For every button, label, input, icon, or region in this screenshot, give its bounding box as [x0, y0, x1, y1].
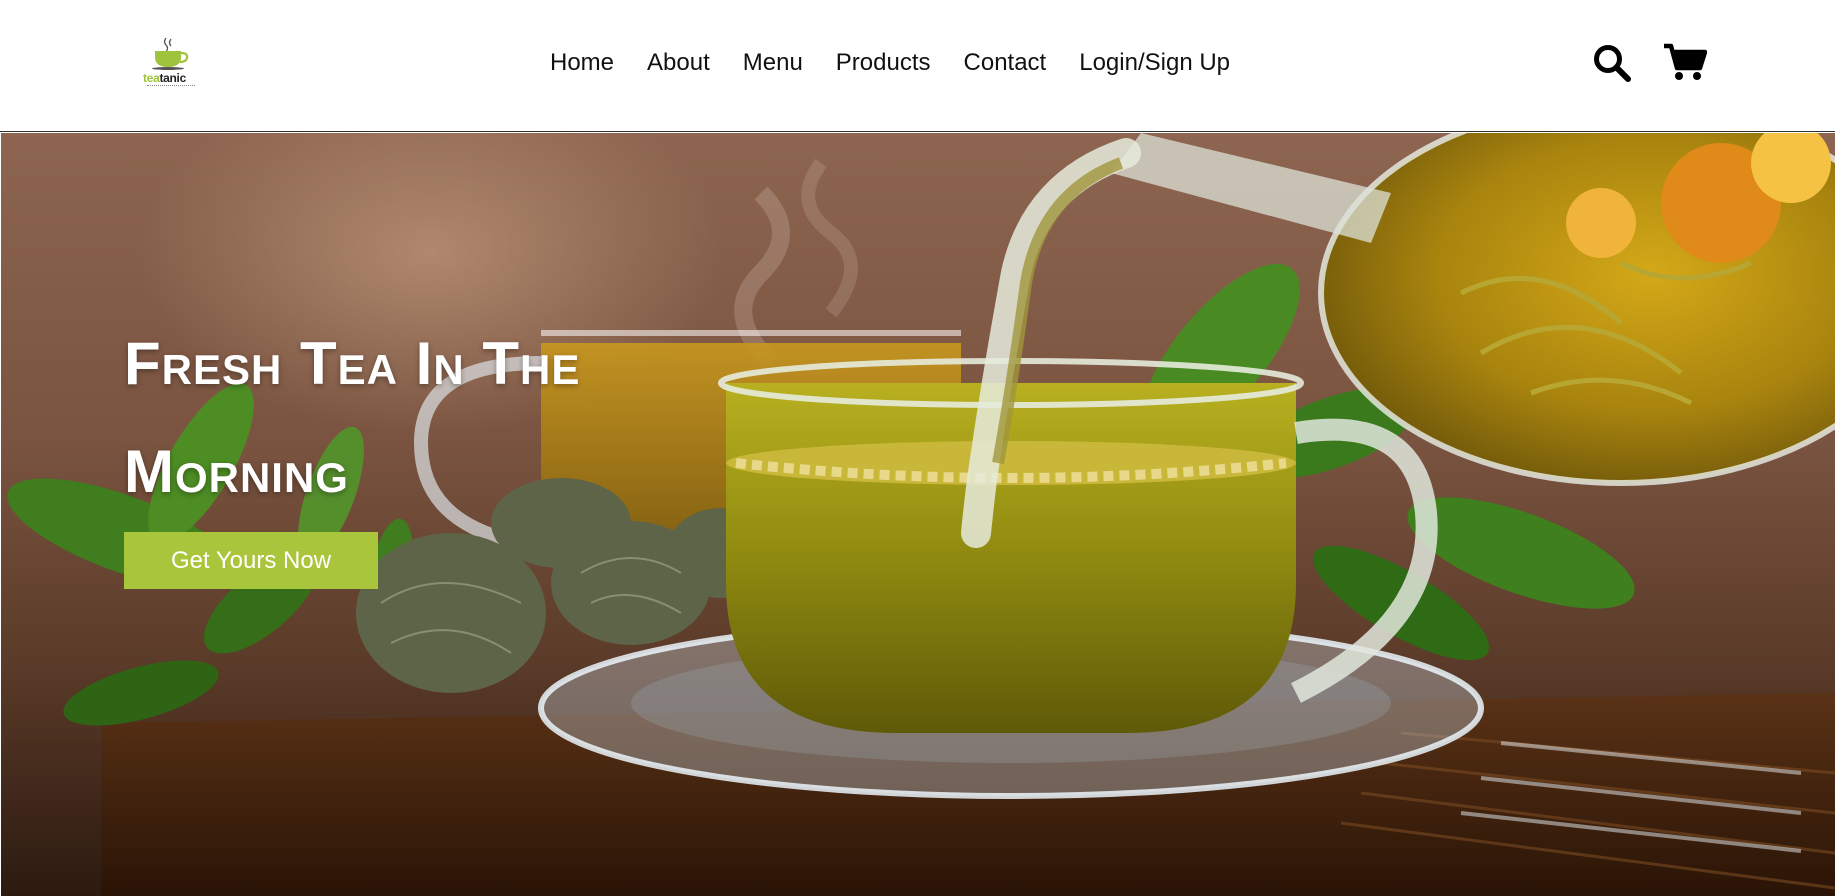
hero-title: Fresh Tea In The Morning — [124, 310, 824, 526]
tea-cup-logo-icon — [152, 37, 189, 70]
hero-title-line-2: Morning — [124, 438, 349, 505]
main-nav: Home About Menu Products Contact Login/S… — [550, 46, 1230, 80]
nav-link-menu[interactable]: Menu — [743, 46, 803, 80]
search-icon — [1594, 45, 1631, 82]
nav-link-contact[interactable]: Contact — [964, 46, 1047, 80]
nav-link-about[interactable]: About — [647, 46, 710, 80]
hero-title-line-1: Fresh Tea In The — [124, 330, 581, 397]
shopping-cart-icon — [1664, 43, 1708, 80]
nav-link-home[interactable]: Home — [550, 46, 614, 80]
nav-link-login-signup[interactable]: Login/Sign Up — [1079, 46, 1230, 80]
site-header: teatanic Home About Menu Products Contac… — [0, 0, 1835, 132]
get-yours-now-button[interactable]: Get Yours Now — [124, 532, 378, 589]
cart-button[interactable] — [1663, 42, 1708, 82]
nav-link-products[interactable]: Products — [836, 46, 931, 80]
brand-logo-text: teatanic — [143, 71, 186, 85]
brand-logo-tagline — [147, 85, 195, 87]
hero-banner: Fresh Tea In The Morning Get Yours Now — [1, 133, 1835, 896]
brand-logo[interactable]: teatanic — [143, 36, 195, 88]
search-button[interactable] — [1592, 43, 1632, 83]
hero-heading-block: Fresh Tea In The Morning — [124, 310, 824, 526]
